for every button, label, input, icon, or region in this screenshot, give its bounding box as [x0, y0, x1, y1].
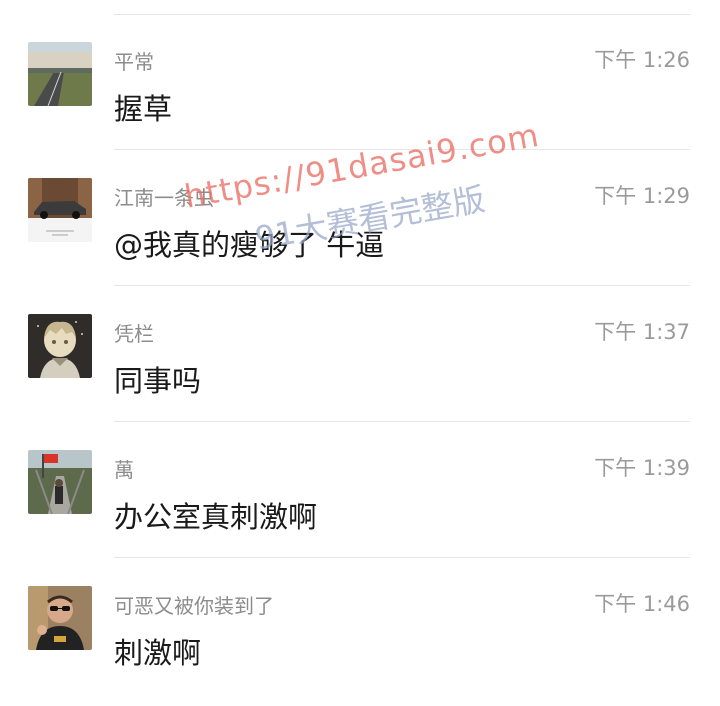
message-time: 下午 1:26 — [594, 48, 690, 72]
bridge-flag-avatar[interactable] — [28, 450, 92, 514]
sender-name: 可恶又被你装到了 — [114, 594, 274, 618]
sender-name: 平常 — [114, 50, 154, 74]
message-content: @我真的瘦够了 牛逼 — [114, 228, 385, 262]
anime-boy-avatar[interactable] — [28, 314, 92, 378]
road-landscape-avatar[interactable] — [28, 42, 92, 106]
message-time: 下午 1:46 — [594, 592, 690, 616]
chat-message[interactable]: 平常 下午 1:26 握草 — [0, 14, 720, 150]
message-time: 下午 1:37 — [594, 320, 690, 344]
man-with-glasses-avatar[interactable] — [28, 586, 92, 650]
chat-message[interactable]: 萬 下午 1:39 办公室真刺激啊 — [0, 422, 720, 558]
message-time: 下午 1:29 — [594, 184, 690, 208]
message-content: 办公室真刺激啊 — [114, 500, 318, 534]
sender-name: 萬 — [114, 458, 134, 482]
sender-name: 江南一条虫 — [114, 186, 214, 210]
message-content: 握草 — [114, 92, 173, 126]
chat-message[interactable]: 凭栏 下午 1:37 同事吗 — [0, 286, 720, 422]
message-time: 下午 1:39 — [594, 456, 690, 480]
message-content: 同事吗 — [114, 364, 202, 398]
car-photo-avatar[interactable] — [28, 178, 92, 242]
chat-message[interactable]: 江南一条虫 下午 1:29 @我真的瘦够了 牛逼 — [0, 150, 720, 286]
sender-name: 凭栏 — [114, 322, 154, 346]
message-content: 刺激啊 — [114, 636, 202, 670]
chat-message[interactable]: 可恶又被你装到了 下午 1:46 刺激啊 — [0, 558, 720, 694]
